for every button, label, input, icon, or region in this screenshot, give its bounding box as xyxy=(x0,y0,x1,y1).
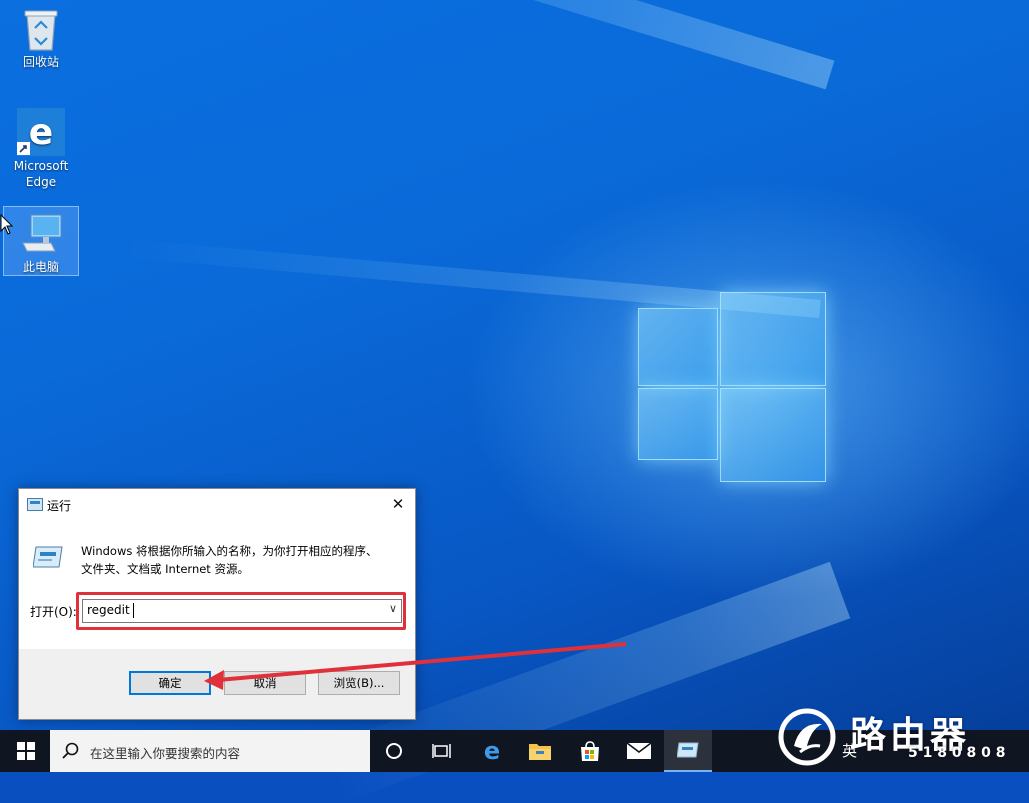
this-pc-desktop-icon[interactable]: 此电脑 xyxy=(3,206,79,276)
cancel-button[interactable]: 取消 xyxy=(224,671,306,695)
run-large-icon xyxy=(33,546,63,568)
start-button[interactable] xyxy=(2,730,50,772)
input-highlight-annotation xyxy=(76,592,406,630)
file-explorer-icon xyxy=(529,744,551,760)
edge-desktop-icon[interactable]: e Microsoft Edge xyxy=(7,108,75,190)
windows-logo-wallpaper xyxy=(636,292,826,482)
edge-label-line2: Edge xyxy=(25,175,57,189)
run-icon xyxy=(27,498,43,511)
computer-icon xyxy=(21,213,62,257)
run-dialog: 运行 ✕ Windows 将根据你所输入的名称，为你打开相应的程序、 文件夹、文… xyxy=(18,488,416,720)
recycle-bin-icon xyxy=(21,8,61,52)
taskbar-file-explorer[interactable] xyxy=(516,730,564,772)
taskbar-mail[interactable] xyxy=(615,730,663,772)
this-pc-label: 此电脑 xyxy=(22,260,59,274)
mail-icon xyxy=(627,743,651,759)
close-button[interactable]: ✕ xyxy=(381,489,415,519)
watermark-subtitle: 5 1 8 0 8 0 8 xyxy=(908,745,1006,761)
task-view-button[interactable] xyxy=(418,730,466,772)
run-dialog-footer: 确定 取消 浏览(B)... xyxy=(19,649,415,719)
run-icon xyxy=(677,742,699,758)
browse-button[interactable]: 浏览(B)... xyxy=(318,671,400,695)
edge-label-line1: Microsoft xyxy=(13,159,69,173)
recycle-bin-desktop-icon[interactable]: 回收站 xyxy=(7,8,75,70)
taskbar-store[interactable] xyxy=(566,730,614,772)
cortana-icon xyxy=(386,743,402,759)
svg-text:e: e xyxy=(484,740,500,762)
cortana-button[interactable] xyxy=(370,730,418,772)
store-icon xyxy=(581,741,599,761)
ok-button[interactable]: 确定 xyxy=(129,671,211,695)
close-icon: ✕ xyxy=(391,495,405,513)
watermark: 路由器 5 1 8 0 8 0 8 xyxy=(776,704,1029,772)
router-brand-logo xyxy=(778,708,836,766)
edge-icon: e xyxy=(17,108,65,156)
run-description: Windows 将根据你所输入的名称，为你打开相应的程序、 文件夹、文档或 In… xyxy=(81,542,401,578)
light-beam xyxy=(70,0,835,90)
run-dialog-titlebar[interactable]: 运行 ✕ xyxy=(19,489,415,521)
taskbar-edge[interactable]: e xyxy=(468,730,516,772)
search-placeholder: 在这里输入你要搜索的内容 xyxy=(90,746,241,761)
taskbar-run[interactable] xyxy=(664,730,712,772)
taskbar-search-box[interactable]: 在这里输入你要搜索的内容 xyxy=(50,730,370,772)
recycle-bin-label: 回收站 xyxy=(22,55,59,69)
search-icon xyxy=(62,742,79,759)
mouse-cursor-icon xyxy=(0,214,14,235)
windows-start-icon xyxy=(17,742,35,760)
edge-icon: e xyxy=(484,740,500,762)
svg-text:e: e xyxy=(29,112,53,153)
run-dialog-title: 运行 xyxy=(47,499,72,513)
task-view-icon xyxy=(432,744,451,758)
description-line-2: 文件夹、文档或 Internet 资源。 xyxy=(81,562,249,576)
open-label: 打开(O): xyxy=(30,605,77,619)
description-line-1: Windows 将根据你所输入的名称，为你打开相应的程序、 xyxy=(81,544,378,558)
